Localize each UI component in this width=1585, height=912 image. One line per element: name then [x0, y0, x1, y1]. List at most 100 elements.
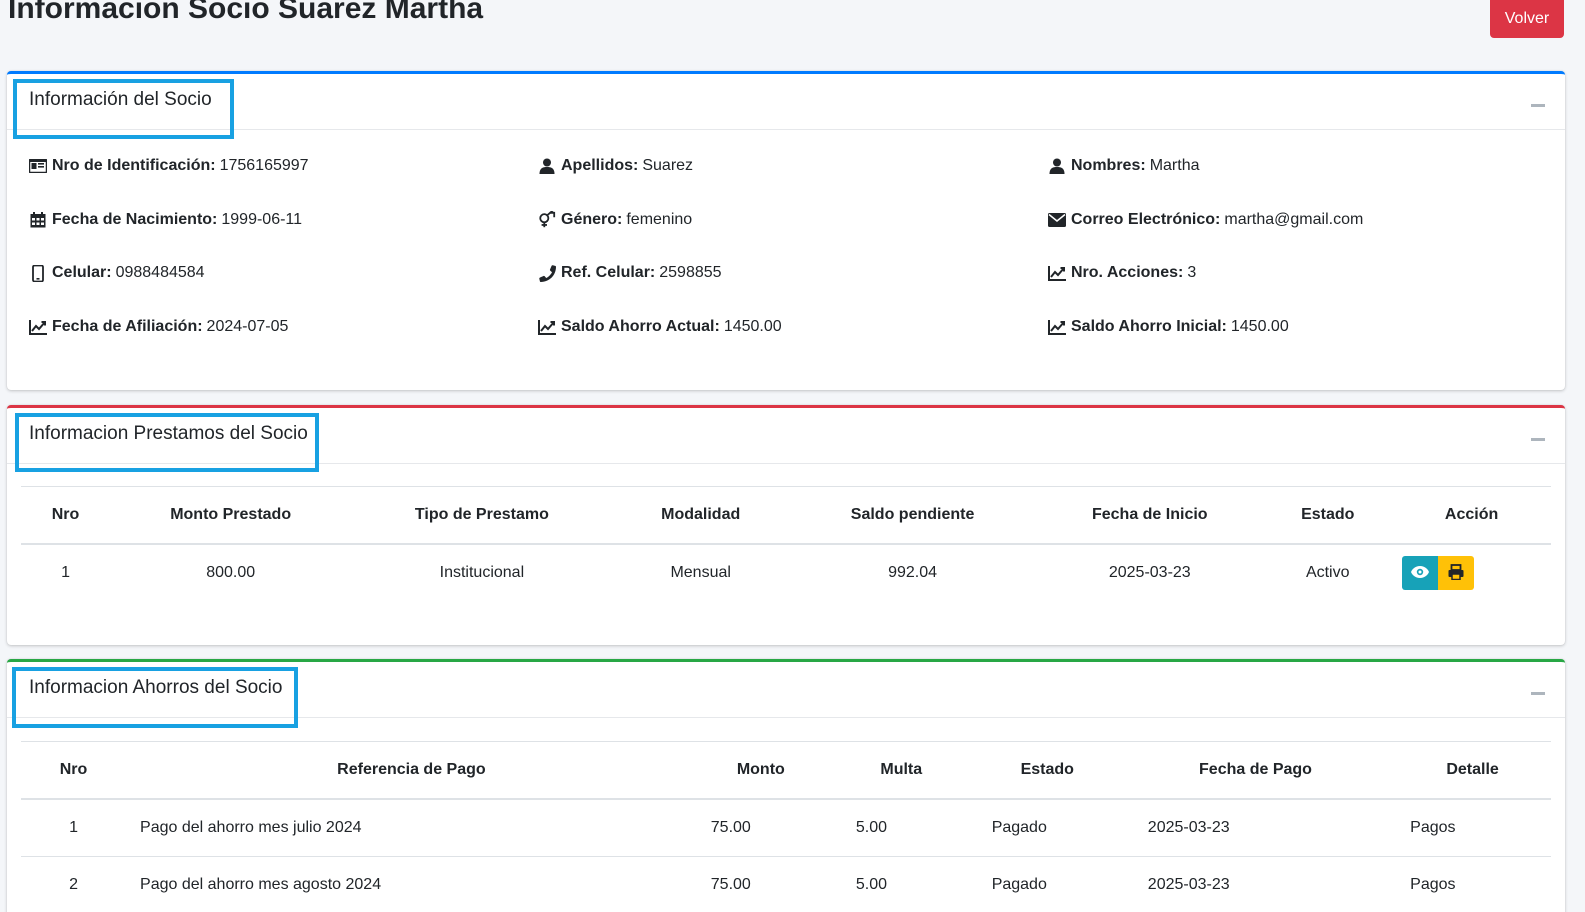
prestamos-card: Informacion Prestamos del Socio Nro Mont… [7, 405, 1565, 645]
field-value: 1450.00 [723, 318, 782, 335]
card-title: Informacion Ahorros del Socio [29, 677, 283, 698]
column-header: Monto Prestado [110, 486, 352, 545]
card-header: Informacion Ahorros del Socio [7, 662, 1565, 718]
minus-icon [1531, 691, 1545, 695]
field-value: 2024-07-05 [206, 318, 289, 335]
column-header: Estado [977, 741, 1117, 800]
cell-detalle: Pagos [1394, 798, 1551, 857]
field-label: Correo Electrónico: [1071, 211, 1221, 228]
cell-nro: 1 [21, 798, 127, 857]
collapse-button[interactable] [1531, 430, 1545, 442]
cell-fecha-pago: 2025-03-23 [1116, 798, 1395, 857]
calendar-icon [29, 212, 47, 228]
field-value: 1756165997 [219, 157, 309, 174]
column-header: Nro [21, 741, 127, 800]
eye-icon [1411, 565, 1430, 581]
view-button[interactable] [1402, 556, 1439, 590]
field-label: Celular: [52, 264, 112, 281]
ahorros-table: Nro Referencia de Pago Monto Multa Estad… [21, 741, 1551, 912]
card-header: Información del Socio [7, 74, 1565, 130]
field-label: Saldo Ahorro Inicial: [1071, 318, 1227, 335]
field-label: Fecha de Afiliación: [52, 318, 203, 335]
column-header: Detalle [1394, 741, 1551, 800]
cell-detalle: Pagos [1394, 856, 1551, 912]
field-genero: Género: femenino [538, 211, 692, 229]
field-label: Saldo Ahorro Actual: [561, 318, 720, 335]
column-header: Referencia de Pago [126, 741, 697, 800]
cell-modalidad: Mensual [612, 543, 789, 601]
field-value: Suarez [642, 157, 694, 174]
id-card-icon [29, 158, 47, 174]
back-button[interactable]: Volver [1490, 0, 1564, 38]
prestamos-table: Nro Monto Prestado Tipo de Prestamo Moda… [21, 486, 1551, 601]
mobile-icon [29, 264, 47, 282]
card-title: Informacion Prestamos del Socio [29, 423, 308, 444]
column-header: Modalidad [612, 486, 789, 545]
gender-icon [538, 211, 556, 228]
card-header: Informacion Prestamos del Socio [7, 408, 1565, 464]
print-button[interactable] [1438, 556, 1475, 590]
field-saldo-actual: Saldo Ahorro Actual: 1450.00 [538, 318, 782, 336]
chart-line-icon [538, 319, 556, 335]
field-fecha-nacimiento: Fecha de Nacimiento: 1999-06-11 [29, 211, 302, 229]
table-header-row: Nro Monto Prestado Tipo de Prestamo Moda… [21, 486, 1551, 545]
field-correo: Correo Electrónico: martha@gmail.com [1048, 211, 1363, 229]
field-value: 2598855 [659, 264, 722, 281]
cell-accion [1392, 543, 1551, 601]
field-nombres: Nombres: Martha [1048, 157, 1199, 175]
cell-fecha-pago: 2025-03-23 [1116, 856, 1395, 912]
cell-fecha-inicio: 2025-03-23 [1036, 543, 1264, 601]
minus-icon [1531, 437, 1545, 441]
cell-multa: 5.00 [824, 856, 978, 912]
field-apellidos: Apellidos: Suarez [538, 157, 693, 175]
cell-referencia: Pago del ahorro mes agosto 2024 [126, 856, 697, 912]
field-saldo-inicial: Saldo Ahorro Inicial: 1450.00 [1048, 318, 1289, 336]
field-value: 3 [1187, 264, 1197, 281]
field-celular: Celular: 0988484584 [29, 264, 205, 282]
cell-estado: Pagado [977, 798, 1117, 857]
field-label: Apellidos: [561, 157, 639, 174]
page-title: Informacion Socio Suarez Martha [8, 0, 484, 25]
column-header: Monto [696, 741, 825, 800]
cell-monto: 800.00 [110, 543, 352, 601]
field-value: 0988484584 [115, 264, 205, 281]
printer-icon [1448, 563, 1464, 583]
field-nro-acciones: Nro. Acciones: 3 [1048, 264, 1196, 282]
column-header: Tipo de Prestamo [351, 486, 613, 545]
field-label: Nro de Identificación: [52, 157, 216, 174]
cell-nro: 1 [21, 543, 111, 601]
cell-estado: Pagado [977, 856, 1117, 912]
chart-line-icon [29, 319, 47, 335]
cell-monto: 75.00 [696, 798, 825, 857]
user-icon [1048, 158, 1066, 174]
column-header: Estado [1263, 486, 1393, 545]
field-fecha-afiliacion: Fecha de Afiliación: 2024-07-05 [29, 318, 288, 336]
field-label: Ref. Celular: [561, 264, 656, 281]
page: Informacion Socio Suarez Martha Volver I… [0, 0, 1585, 912]
cell-referencia: Pago del ahorro mes julio 2024 [126, 798, 697, 857]
table-row: 1 Pago del ahorro mes julio 2024 75.00 5… [21, 798, 1551, 857]
phone-icon [538, 264, 556, 282]
cell-multa: 5.00 [824, 798, 978, 857]
collapse-button[interactable] [1531, 684, 1545, 696]
field-value: femenino [626, 211, 693, 228]
cell-nro: 2 [21, 856, 127, 912]
chart-line-icon [1048, 265, 1066, 281]
table-row: 1 800.00 Institucional Mensual 992.04 20… [21, 543, 1551, 601]
field-label: Género: [561, 211, 623, 228]
field-value: Martha [1149, 157, 1200, 174]
field-ref-celular: Ref. Celular: 2598855 [538, 264, 722, 282]
column-header: Saldo pendiente [788, 486, 1037, 545]
cell-tipo: Institucional [351, 543, 613, 601]
field-value: martha@gmail.com [1224, 211, 1364, 228]
ahorros-card: Informacion Ahorros del Socio Nro Refere… [7, 659, 1565, 912]
cell-monto: 75.00 [696, 856, 825, 912]
user-icon [538, 158, 556, 174]
minus-icon [1531, 103, 1545, 107]
field-value: 1999-06-11 [221, 211, 303, 228]
column-header: Multa [824, 741, 978, 800]
column-header: Acción [1392, 486, 1551, 545]
field-label: Nombres: [1071, 157, 1146, 174]
collapse-button[interactable] [1531, 96, 1545, 108]
column-header: Nro [21, 486, 111, 545]
